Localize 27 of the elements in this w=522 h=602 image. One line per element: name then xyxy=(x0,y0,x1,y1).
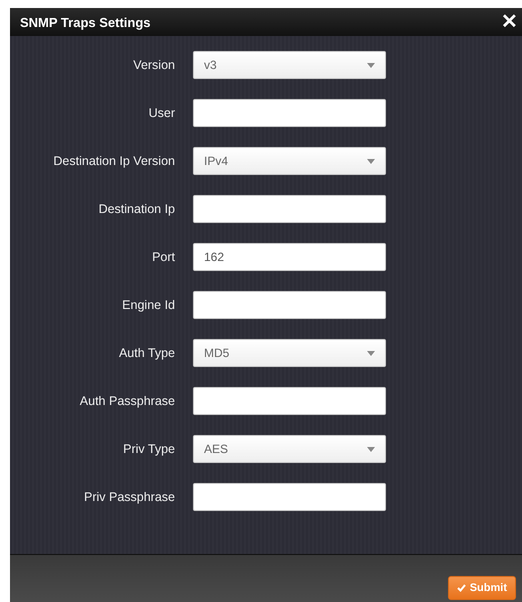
checkmark-icon xyxy=(456,584,466,592)
field-label: Destination Ip xyxy=(98,202,175,216)
input-field[interactable]: 162 xyxy=(193,243,386,271)
field-label: Auth Type xyxy=(118,346,175,360)
select-field[interactable]: v3 xyxy=(193,51,386,79)
field-label: Priv Passphrase xyxy=(82,490,175,504)
input-field[interactable] xyxy=(193,483,386,511)
field-label: Version xyxy=(132,58,175,72)
input-field[interactable] xyxy=(193,387,386,415)
caret-icon xyxy=(367,350,375,356)
field-label: Auth Passphrase xyxy=(78,394,175,408)
caret-icon xyxy=(367,62,375,68)
select-field[interactable]: IPv4 xyxy=(193,147,386,175)
select-field[interactable]: AES xyxy=(193,435,386,463)
input-field[interactable] xyxy=(193,195,386,223)
select-field[interactable]: MD5 xyxy=(193,339,386,367)
field-label: Priv Type xyxy=(122,442,175,456)
caret-icon xyxy=(367,446,375,452)
field-label: Port xyxy=(151,250,175,264)
field-label: User xyxy=(148,106,175,120)
caret-icon xyxy=(367,158,375,164)
dialog-title: SNMP Traps Settings xyxy=(20,14,151,30)
field-label: Engine Id xyxy=(121,298,175,312)
input-field[interactable] xyxy=(193,291,386,319)
field-label: Destination Ip Version xyxy=(52,154,175,168)
input-field[interactable] xyxy=(193,99,386,127)
close-button[interactable]: ✕ xyxy=(497,12,522,32)
